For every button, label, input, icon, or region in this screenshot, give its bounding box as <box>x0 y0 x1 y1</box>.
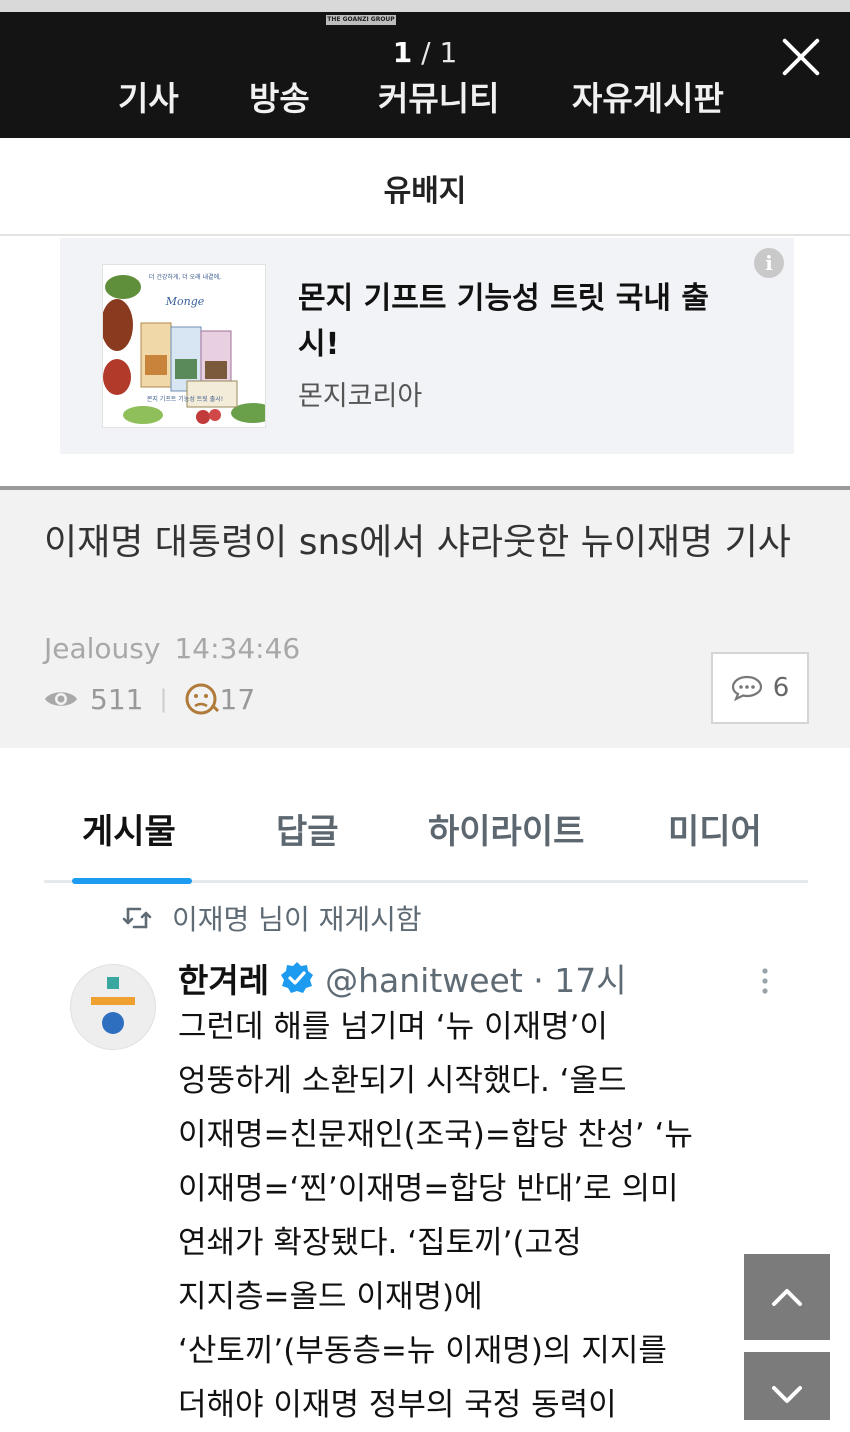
tweet-line: 이재명=친문재인(조국)=합당 찬성’ ‘뉴 <box>178 1117 693 1153</box>
post-stats: 511 | 17 <box>44 682 255 716</box>
tweet-line: 연쇄가 확장됐다. ‘집토끼’(고정 <box>178 1225 582 1261</box>
page-indicator: 1 / 1 <box>0 36 850 69</box>
site-header: 유배지 <box>0 138 850 236</box>
eye-icon <box>45 692 77 706</box>
nav-item-free-board[interactable]: 자유게시판 <box>572 72 724 120</box>
active-tab-indicator <box>72 878 192 884</box>
tweet-line: 엉뚱하게 소환되기 시작했다. ‘올드 <box>178 1063 627 1099</box>
comment-count: 6 <box>772 673 790 703</box>
post-title: 이재명 대통령이 sns에서 샤라웃한 뉴이재명 기사 <box>44 522 791 563</box>
post-author[interactable]: Jealousy <box>44 632 160 665</box>
tweet-line: ‘산토끼’(부동층=뉴 이재명)의 지지를 <box>178 1333 667 1369</box>
ad-advertiser: 몬지코리아 <box>298 381 423 412</box>
retweet-indicator: 이재명 님이 재게시함 <box>120 898 422 938</box>
stats-divider: | <box>159 685 168 713</box>
post-meta: Jealousy 14:34:46 <box>44 632 300 665</box>
hankyoreh-logo-icon <box>91 977 135 1034</box>
tweet-tabs: 게시물 답글 하이라이트 미디어 <box>44 796 808 884</box>
info-icon[interactable]: i <box>754 248 784 278</box>
site-title[interactable]: 유배지 <box>0 166 850 210</box>
chevron-down-icon <box>772 1386 802 1403</box>
tweet-body: 그런데 해를 넘기며 ‘뉴 이재명’이 엉뚱하게 소환되기 시작했다. ‘올드 … <box>178 1000 788 1432</box>
reaction-face-icon <box>185 683 219 715</box>
avatar[interactable] <box>70 964 156 1050</box>
ad-product-image: 더 건강하게, 더 오래 내곁에, Monge 몬지 기프트 기능성 트릿 출시… <box>103 265 265 427</box>
ad-title[interactable]: 몬지 기프트 기능성 트릿 국내 출시! <box>298 276 748 368</box>
view-count: 511 <box>90 682 144 716</box>
comment-button[interactable]: 6 <box>711 652 809 724</box>
verified-badge-icon <box>281 962 314 993</box>
tweet-handle-time[interactable]: @hanitweet · 17시 <box>325 954 627 1002</box>
scroll-top-button[interactable] <box>744 1254 830 1340</box>
retweet-icon <box>122 907 152 929</box>
tweet-line: 그런데 해를 넘기며 ‘뉴 이재명’이 <box>178 1009 608 1045</box>
retweet-label[interactable]: 이재명 님이 재게시함 <box>172 898 422 938</box>
page-total: / 1 <box>421 36 458 69</box>
ad-image-top-text: 더 건강하게, 더 오래 내곁에, <box>149 273 221 281</box>
chevron-up-icon <box>772 1289 802 1306</box>
tweet-line: 지지층=올드 이재명)에 <box>178 1279 483 1315</box>
tab-media[interactable]: 미디어 <box>668 804 762 853</box>
tab-posts[interactable]: 게시물 <box>82 804 176 853</box>
ad-image[interactable]: 더 건강하게, 더 오래 내곁에, Monge 몬지 기프트 기능성 트릿 출시… <box>102 264 266 428</box>
tweet-line: 더해야 이재명 정부의 국정 동력이 <box>178 1387 617 1423</box>
tweet-line: 이재명=‘찐’이재명=합당 반대’로 의미 <box>178 1171 679 1207</box>
post-time: 14:34:46 <box>174 632 301 665</box>
tweet-author-name[interactable]: 한겨레 <box>178 954 269 1002</box>
status-strip <box>0 0 850 12</box>
tab-highlights[interactable]: 하이라이트 <box>428 804 584 853</box>
nav-item-articles[interactable]: 기사 <box>118 72 179 120</box>
ad-banner[interactable]: i 더 건강하게, 더 오래 내곁에, Monge 몬지 기프트 기능성 트릿 … <box>60 238 794 454</box>
ad-image-logo: Monge <box>165 295 205 308</box>
ad-image-bottom-text: 몬지 기프트 기능성 트릿 출시! <box>147 395 223 403</box>
speech-bubble-icon <box>731 675 762 701</box>
brand-tag: THE GOANZI GROUP <box>326 15 396 25</box>
tab-replies[interactable]: 답글 <box>276 804 339 853</box>
top-nav: 기사 방송 커뮤니티 자유게시판 <box>0 72 850 122</box>
scroll-bottom-button[interactable] <box>744 1352 830 1420</box>
page-current: 1 <box>392 36 413 69</box>
reaction-count: 17 <box>219 682 256 716</box>
post-header: 이재명 대통령이 sns에서 샤라웃한 뉴이재명 기사 Jealousy 14:3… <box>0 486 850 748</box>
more-options-icon[interactable] <box>760 966 770 998</box>
nav-item-broadcast[interactable]: 방송 <box>249 72 310 120</box>
tweet-header: 한겨레 @hanitweet · 17시 <box>178 954 798 1002</box>
nav-item-community[interactable]: 커뮤니티 <box>378 72 499 120</box>
